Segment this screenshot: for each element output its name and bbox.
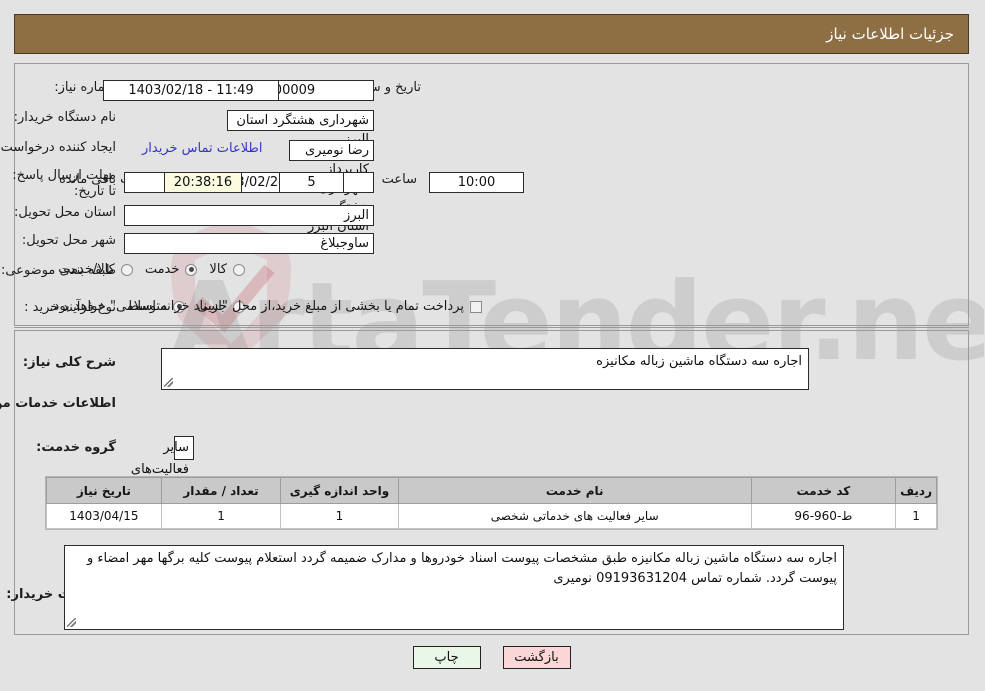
- requester-input[interactable]: رضا نومیری کاربرداز شهرداری هشتگرد استان…: [290, 140, 375, 234]
- general-desc-textarea[interactable]: اجاره سه دستگاه ماشین زباله مکانیزه: [162, 348, 810, 390]
- th-service-name: نام خدمت: [398, 477, 753, 504]
- page-title: جزئیات اطلاعات نیاز: [827, 25, 955, 43]
- deadline-hour-input[interactable]: 10:00: [430, 172, 525, 193]
- treasury-bond-checkbox[interactable]: [471, 300, 483, 313]
- buyer-contact-link[interactable]: اطلاعات تماس خریدار: [143, 141, 263, 156]
- treasury-bond-checkbox-row[interactable]: پرداخت تمام یا بخشی از مبلغ خرید،از محل …: [42, 299, 487, 314]
- countdown-days-input: 5: [280, 172, 345, 193]
- cell-service-code: ط-960-96: [751, 503, 898, 529]
- field-province-label: استان محل تحویل:: [15, 205, 117, 220]
- table-header-row: ردیف کد خدمت نام خدمت واحد اندازه گیری ت…: [47, 477, 938, 504]
- field-general-desc-label: شرح کلی نیاز:: [23, 355, 117, 370]
- field-city-label: شهر محل تحویل:: [22, 233, 117, 248]
- category-radio-khedmat[interactable]: [186, 263, 199, 276]
- buyer-org-input[interactable]: شهرداری هشتگرد استان البرز: [228, 110, 375, 147]
- buyer-notes-textarea[interactable]: اجاره سه دستگاه ماشین زباله مکانیزه طبق …: [65, 545, 845, 630]
- cell-row-no: 1: [896, 503, 938, 529]
- deadline-hour-label: ساعت: [382, 172, 418, 187]
- category-radio-group[interactable]: کالا خدمت کالا/خدمت: [51, 262, 250, 277]
- field-service-group-label: گروه خدمت:: [37, 440, 117, 455]
- back-button[interactable]: بازگشت: [503, 646, 572, 669]
- cell-need-date: 1403/04/15: [47, 503, 163, 529]
- services-table: ردیف کد خدمت نام خدمت واحد اندازه گیری ت…: [47, 477, 938, 529]
- cell-service-name: سایر فعالیت های خدماتی شخصی: [398, 503, 753, 529]
- service-group-input[interactable]: سایر فعالیت‌های خدماتی: [132, 436, 195, 499]
- footer-button-bar: بازگشت چاپ: [0, 646, 985, 669]
- countdown-time-input: 20:38:16: [165, 172, 243, 193]
- th-unit: واحد اندازه گیری: [281, 477, 400, 504]
- panel-divider: [15, 327, 970, 328]
- cell-unit: 1: [281, 503, 400, 529]
- th-quantity: تعداد / مقدار: [161, 477, 283, 504]
- announce-datetime-input[interactable]: 11:49 - 1403/02/18: [104, 80, 280, 101]
- services-section-title: اطلاعات خدمات مورد نیاز: [0, 396, 117, 411]
- cell-quantity: 1: [161, 503, 283, 529]
- category-radio-kala[interactable]: [234, 263, 246, 276]
- th-service-code: کد خدمت: [751, 477, 898, 504]
- print-button[interactable]: چاپ: [413, 646, 482, 669]
- th-row-no: ردیف: [896, 477, 938, 504]
- page-header: جزئیات اطلاعات نیاز: [15, 14, 970, 54]
- th-need-date: تاریخ نیاز: [47, 477, 163, 504]
- category-radio-kala-khedmat[interactable]: [121, 263, 134, 276]
- field-buyer-org-label: نام دستگاه خریدار:: [14, 110, 117, 125]
- province-input[interactable]: البرز: [125, 205, 375, 226]
- table-row: 1 ط-960-96 سایر فعالیت های خدماتی شخصی 1…: [47, 503, 938, 529]
- need-summary-panel: [15, 63, 970, 326]
- field-requester-label: ایجاد کننده درخواست:: [0, 140, 117, 155]
- city-input[interactable]: ساوجبلاغ: [125, 233, 375, 254]
